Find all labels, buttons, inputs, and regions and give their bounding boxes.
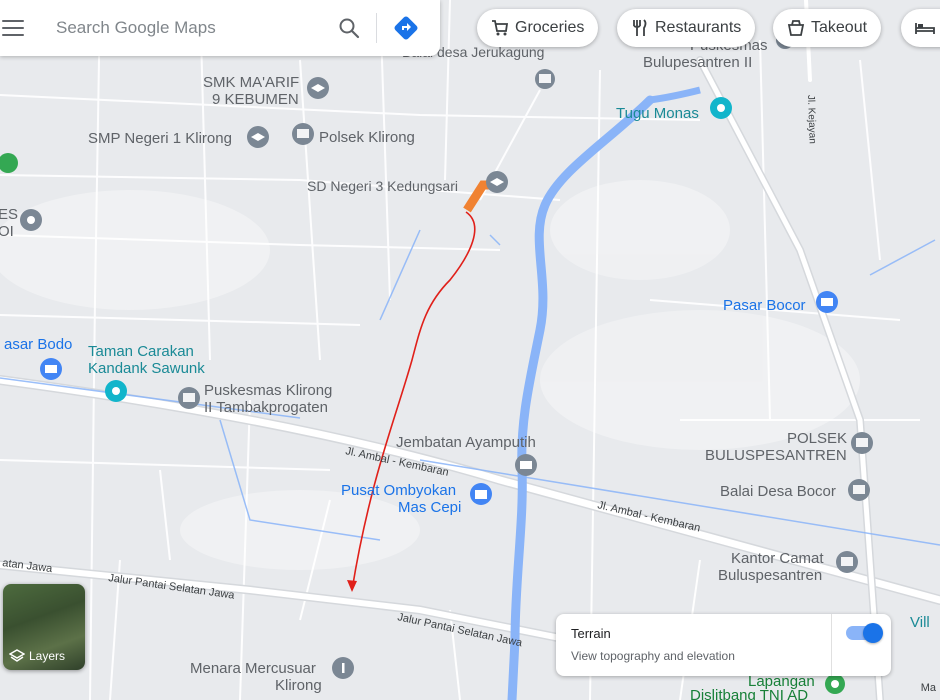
place-lapangan-label-2[interactable]: Dislitbang TNI AD <box>690 687 808 700</box>
place-partial-vill-label[interactable]: Vill <box>910 614 930 631</box>
cart-icon <box>492 20 509 36</box>
school-icon[interactable] <box>247 126 269 148</box>
terrain-divider <box>831 614 832 676</box>
park-icon[interactable] <box>825 674 845 694</box>
place-smk-maarif-label-1[interactable]: SMK MA'ARIF <box>203 74 299 91</box>
government-icon[interactable] <box>836 551 858 573</box>
place-puskesmas-klirong-label-2[interactable]: II Tambakprogaten <box>204 399 328 416</box>
chip-label: Restaurants <box>655 19 742 36</box>
government-icon[interactable] <box>851 432 873 454</box>
chip-label: Takeout <box>811 19 868 36</box>
bed-icon <box>915 23 935 34</box>
place-jembatan-ayamputih-label[interactable]: Jembatan Ayamputih <box>396 434 536 451</box>
chip-restaurants[interactable]: Restaurants <box>617 9 756 47</box>
map-canvas[interactable]: Balai desa Jerukagung Puskesmas Bulupesa… <box>0 0 940 700</box>
layers-button[interactable]: Layers <box>3 584 85 670</box>
directions-icon[interactable] <box>391 13 421 43</box>
place-partial-es-label-1[interactable]: ES <box>0 206 18 223</box>
place-polsek-bulus-label-1[interactable]: POLSEK <box>787 430 847 447</box>
terrain-title: Terrain <box>571 626 611 641</box>
place-pusat-ombyokan-label-2[interactable]: Mas Cepi <box>398 499 461 516</box>
attraction-icon[interactable] <box>710 97 732 119</box>
government-icon[interactable] <box>535 69 555 89</box>
place-polsek-bulus-label-2[interactable]: BULUSPESANTREN <box>705 447 847 464</box>
school-icon[interactable] <box>486 171 508 193</box>
place-pusat-ombyokan-label-1[interactable]: Pusat Ombyokan <box>341 482 456 499</box>
government-icon[interactable] <box>292 123 314 145</box>
place-smp-negeri-1-label[interactable]: SMP Negeri 1 Klirong <box>88 130 232 147</box>
chip-groceries[interactable]: Groceries <box>477 9 599 47</box>
attribution-text: Ma <box>920 682 936 694</box>
place-taman-carakan-label-2[interactable]: Kandank Sawunk <box>88 360 205 377</box>
place-pasar-bodo-label[interactable]: asar Bodo <box>4 336 72 353</box>
camera-icon[interactable] <box>105 380 127 402</box>
place-kantor-camat-label-2[interactable]: Buluspesantren <box>718 567 822 584</box>
info-icon[interactable] <box>332 657 354 679</box>
shopping-icon[interactable] <box>816 291 838 313</box>
shopping-bag-icon[interactable] <box>470 483 492 505</box>
government-icon[interactable] <box>20 209 42 231</box>
toggle-knob <box>863 623 883 643</box>
place-tugu-monas-label[interactable]: Tugu Monas <box>616 105 699 122</box>
road-label-jl-kejayan: Jl. Kejayan <box>805 95 818 144</box>
school-icon[interactable] <box>307 77 329 99</box>
place-puskesmas-bulupesantren-label-2[interactable]: Bulupesantren II <box>643 54 752 71</box>
fork-knife-icon <box>633 19 647 36</box>
bridge-icon[interactable] <box>515 454 537 476</box>
place-partial-es-label-2[interactable]: OI <box>0 223 14 240</box>
terrain-panel: Terrain View topography and elevation <box>556 614 891 676</box>
place-smk-maarif-label-2[interactable]: 9 KEBUMEN <box>212 91 299 108</box>
shopping-icon[interactable] <box>40 358 62 380</box>
place-sd-negeri-3-label[interactable]: SD Negeri 3 Kedungsari <box>307 178 458 194</box>
government-icon[interactable] <box>178 387 200 409</box>
place-menara-mercusuar-label-1[interactable]: Menara Mercusuar <box>190 660 316 677</box>
layers-label: Layers <box>29 649 66 663</box>
chip-hotels[interactable] <box>901 9 940 47</box>
place-polsek-klirong-label[interactable]: Polsek Klirong <box>319 129 415 146</box>
terrain-description: View topography and elevation <box>571 649 735 663</box>
search-divider <box>376 13 377 43</box>
terrain-toggle[interactable] <box>846 623 883 643</box>
search-icon[interactable] <box>334 13 364 43</box>
search-input[interactable] <box>54 17 328 39</box>
place-pasar-bocor-label[interactable]: Pasar Bocor <box>723 297 806 314</box>
government-icon[interactable] <box>848 479 870 501</box>
place-taman-carakan-label-1[interactable]: Taman Carakan <box>88 343 194 360</box>
layers-icon <box>9 649 25 662</box>
place-kantor-camat-label-1[interactable]: Kantor Camat <box>731 550 824 567</box>
chip-takeout[interactable]: Takeout <box>773 9 882 47</box>
place-menara-mercusuar-label-2[interactable]: Klirong <box>275 677 322 694</box>
place-balai-desa-bocor-label[interactable]: Balai Desa Bocor <box>720 483 836 500</box>
takeout-icon <box>787 20 805 36</box>
search-bar <box>0 0 440 56</box>
place-puskesmas-klirong-label-1[interactable]: Puskesmas Klirong <box>204 382 332 399</box>
menu-icon[interactable] <box>2 20 24 36</box>
chip-label: Groceries <box>515 19 585 36</box>
